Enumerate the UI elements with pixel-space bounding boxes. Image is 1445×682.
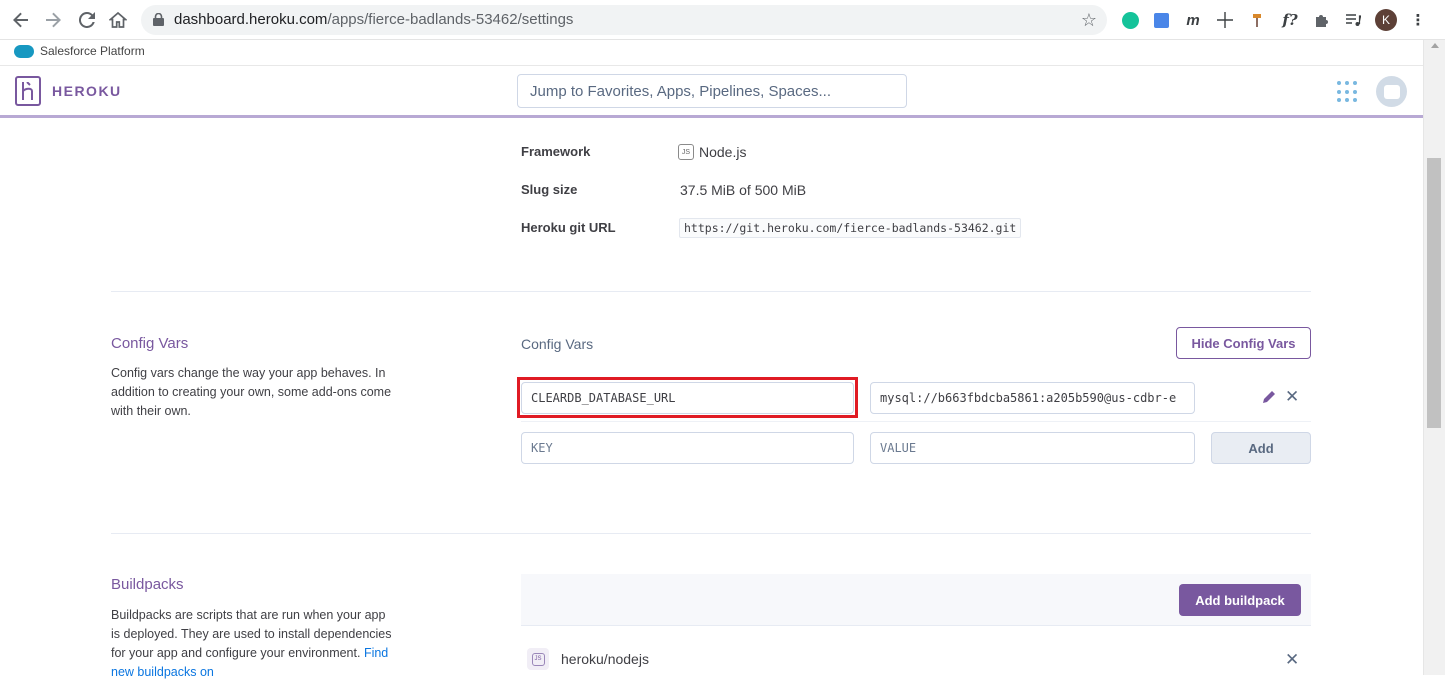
row-divider: [521, 421, 1311, 422]
search-input[interactable]: [517, 74, 907, 108]
new-value-input[interactable]: VALUE: [870, 432, 1195, 464]
bookmark-label: Salesforce Platform: [40, 44, 145, 58]
hammer-extension-icon[interactable]: [1248, 10, 1268, 30]
apps-grid-icon[interactable]: [1337, 81, 1359, 103]
git-url-label: Heroku git URL: [521, 220, 616, 235]
section-divider: [111, 533, 1311, 534]
translate-icon[interactable]: [1151, 10, 1171, 30]
slug-size-value: 37.5 MiB of 500 MiB: [680, 182, 807, 198]
heroku-wordmark[interactable]: HEROKU: [52, 83, 122, 99]
home-icon[interactable]: [107, 9, 129, 31]
url-text: dashboard.heroku.com/apps/fierce-badland…: [174, 11, 574, 28]
move-extension-icon[interactable]: [1215, 10, 1235, 30]
bookmarks-bar: Salesforce Platform: [0, 40, 1423, 66]
menu-icon[interactable]: ⋮: [1408, 10, 1428, 30]
lock-icon: [153, 13, 164, 26]
new-key-input[interactable]: KEY: [521, 432, 854, 464]
back-icon[interactable]: [10, 9, 32, 31]
delete-config-var-icon[interactable]: ✕: [1285, 387, 1299, 407]
scroll-thumb[interactable]: [1427, 158, 1441, 428]
heroku-header: HEROKU: [0, 66, 1423, 118]
puzzle-icon[interactable]: [1312, 10, 1332, 30]
remove-buildpack-icon[interactable]: ✕: [1285, 650, 1299, 670]
salesforce-cloud-icon: [14, 44, 34, 58]
highlight-box: [517, 377, 858, 418]
section-divider: [111, 291, 1311, 292]
reload-icon[interactable]: [76, 9, 98, 31]
bookmark-salesforce[interactable]: Salesforce Platform: [14, 44, 145, 58]
git-url-value[interactable]: https://git.heroku.com/fierce-badlands-5…: [679, 218, 1022, 238]
config-vars-heading: Config Vars: [521, 336, 594, 352]
config-value-field[interactable]: mysql://b663fbdcba5861:a205b590@us-cdbr-…: [870, 382, 1195, 414]
media-icon[interactable]: [1343, 10, 1363, 30]
forward-icon[interactable]: [42, 9, 64, 31]
pencil-icon[interactable]: [1261, 389, 1277, 405]
slug-size-label: Slug size: [521, 182, 578, 197]
f-extension-icon[interactable]: f?: [1280, 10, 1300, 30]
grammarly-icon[interactable]: [1120, 10, 1140, 30]
scroll-up-icon[interactable]: [1431, 43, 1439, 48]
config-vars-description: Config vars change the way your app beha…: [111, 366, 392, 418]
heroku-logo-icon[interactable]: [15, 76, 41, 106]
buildpacks-description: Buildpacks are scripts that are run when…: [111, 608, 392, 679]
m-extension-icon[interactable]: m: [1183, 10, 1203, 30]
buildpacks-title: Buildpacks: [111, 576, 184, 593]
user-avatar[interactable]: [1376, 76, 1407, 107]
browser-toolbar: dashboard.heroku.com/apps/fierce-badland…: [0, 0, 1445, 40]
framework-value: Node.js: [699, 144, 747, 160]
add-config-var-button[interactable]: Add: [1211, 432, 1311, 464]
profile-avatar[interactable]: K: [1375, 9, 1397, 31]
star-icon[interactable]: ☆: [1081, 10, 1097, 31]
page-scrollbar[interactable]: [1423, 40, 1445, 675]
add-buildpack-button[interactable]: Add buildpack: [1179, 584, 1301, 616]
hide-config-vars-button[interactable]: Hide Config Vars: [1176, 327, 1311, 359]
framework-label: Framework: [521, 144, 591, 159]
config-vars-title: Config Vars: [111, 335, 189, 352]
buildpack-nodejs-icon: JS: [527, 648, 549, 670]
nodejs-icon: JS: [678, 144, 694, 160]
address-bar[interactable]: dashboard.heroku.com/apps/fierce-badland…: [141, 5, 1107, 35]
buildpack-name: heroku/nodejs: [561, 651, 649, 667]
